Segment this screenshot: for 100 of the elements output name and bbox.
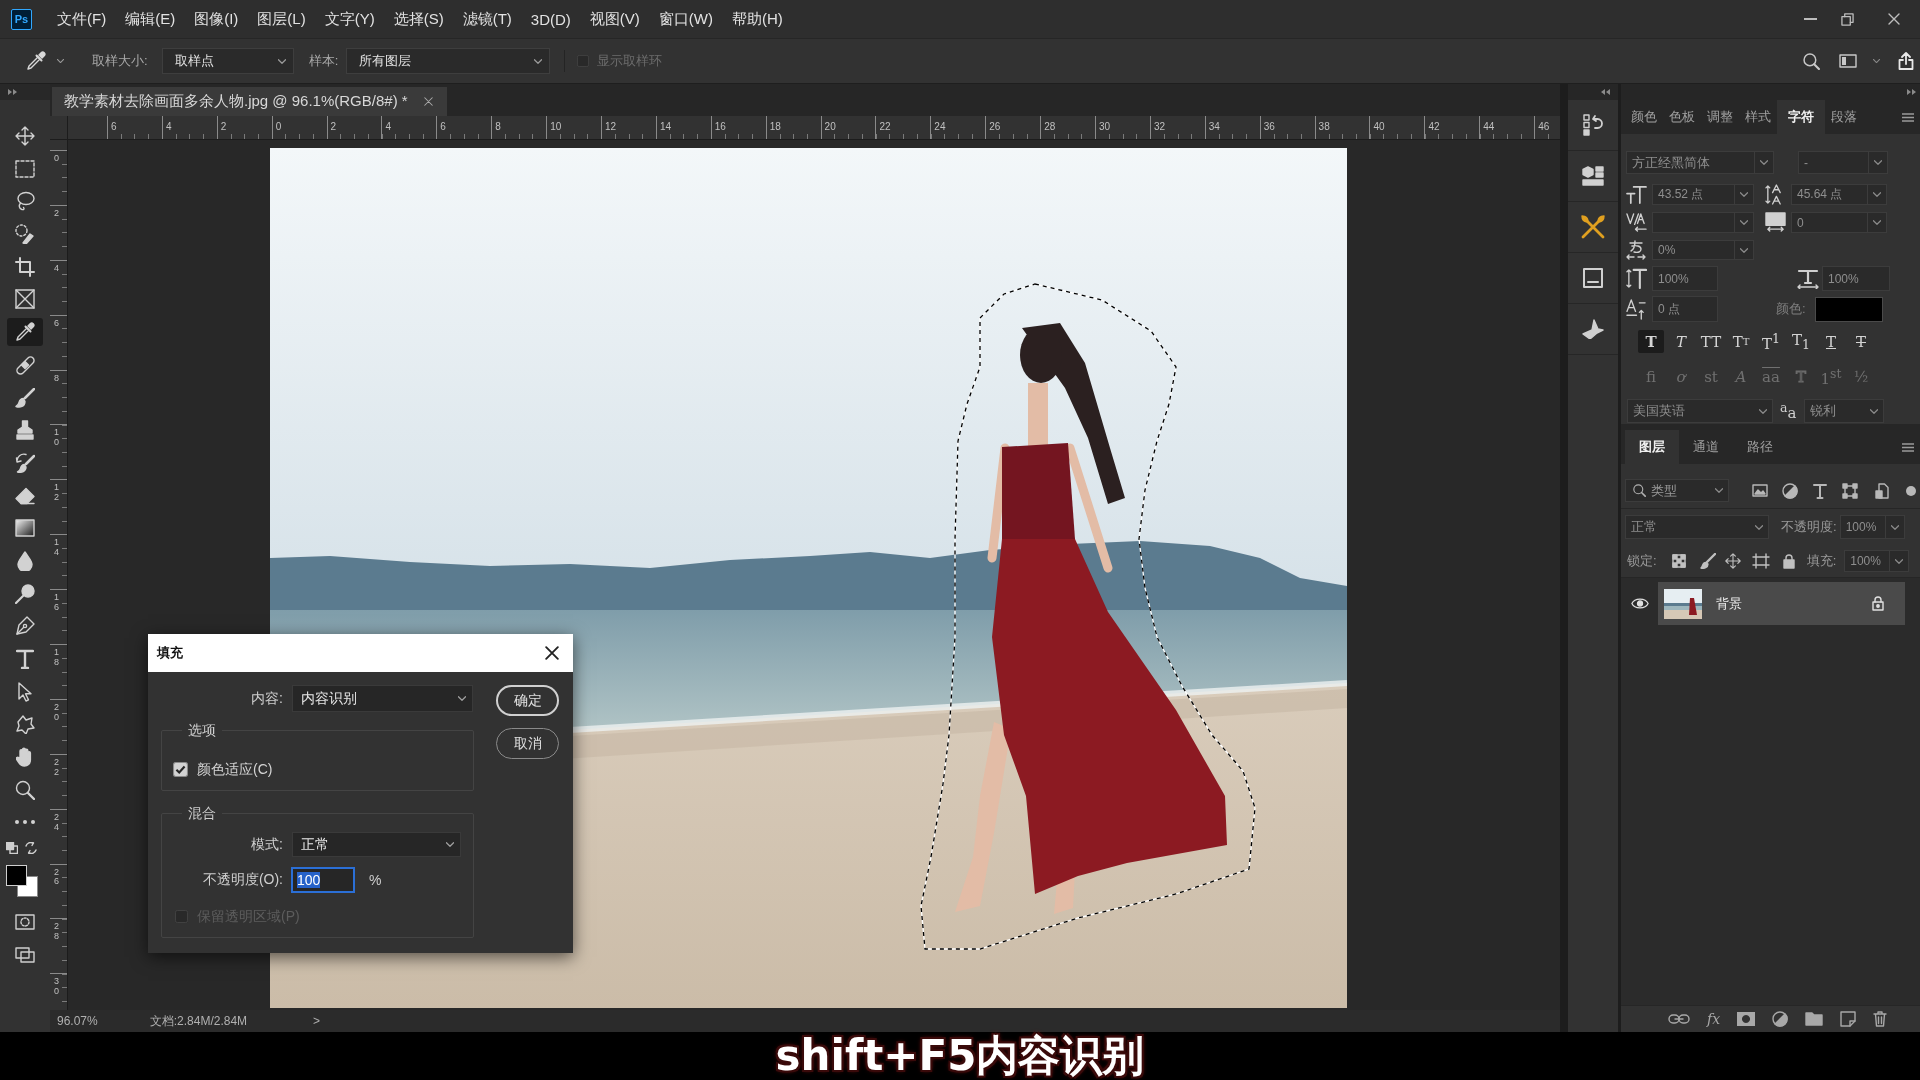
text-style-button[interactable]: T — [1668, 330, 1694, 353]
chevron-down-icon[interactable] — [1873, 59, 1880, 63]
text-style-button[interactable]: T — [1818, 330, 1844, 353]
half-circle-icon[interactable] — [1782, 482, 1798, 499]
text-style-button[interactable]: T — [1638, 330, 1664, 353]
panel-tab[interactable]: 色板 — [1663, 100, 1701, 134]
layer-mask-icon[interactable] — [1737, 1012, 1756, 1026]
font-size-field[interactable]: 43.52 点 — [1652, 184, 1754, 205]
menu-item[interactable]: 编辑(E) — [125, 9, 176, 29]
default-colors-icon[interactable] — [6, 842, 18, 855]
chevron-down-icon[interactable] — [57, 59, 64, 63]
text-style-button[interactable]: T$^{1}$ — [1758, 330, 1784, 353]
lock-icon[interactable] — [1782, 553, 1795, 569]
cube-blocks-icon[interactable] — [1582, 166, 1604, 186]
link-icon[interactable] — [1668, 1014, 1690, 1024]
eyedropper-icon[interactable] — [26, 51, 46, 71]
sample-dropdown[interactable]: 所有图层 — [346, 48, 551, 74]
opacity-input[interactable]: 100 — [291, 867, 355, 893]
crossed-brushes-icon[interactable] — [1581, 215, 1605, 239]
layer-opacity-field[interactable]: 100% — [1839, 515, 1905, 539]
mode-dropdown[interactable]: 正常 — [292, 832, 461, 857]
lock-icon[interactable] — [1872, 596, 1884, 611]
workspace-icon[interactable] — [1839, 54, 1857, 68]
filter-toggle-icon[interactable] — [1906, 485, 1916, 496]
dialog-button[interactable]: 确定 — [496, 685, 559, 716]
menu-item[interactable]: 选择(S) — [393, 9, 444, 29]
half-circle-icon[interactable] — [1772, 1011, 1789, 1027]
panel-tab[interactable]: 通道 — [1679, 430, 1733, 464]
document-icon[interactable] — [1875, 482, 1889, 499]
horizontal-scale-field[interactable]: 100% — [1822, 266, 1890, 291]
kerning-field[interactable] — [1652, 212, 1754, 233]
layer-filter-dropdown[interactable]: 类型 — [1625, 479, 1729, 502]
panel-tab[interactable]: 样式 — [1739, 100, 1777, 134]
panel-menu-icon[interactable] — [1902, 442, 1914, 452]
screen-mode-icon[interactable] — [15, 947, 35, 964]
type-icon[interactable] — [1813, 482, 1827, 499]
brush-icon[interactable] — [1699, 553, 1716, 569]
tsume-field[interactable]: 0% — [1652, 240, 1754, 260]
panel-menu-icon[interactable] — [1902, 112, 1914, 122]
expand-arrows-icon[interactable] — [8, 89, 18, 95]
menu-item[interactable]: 视图(V) — [589, 9, 640, 29]
language-dropdown[interactable]: 美国英语 — [1627, 399, 1773, 423]
menu-item[interactable]: 滤镜(T) — [462, 9, 512, 29]
menu-item[interactable]: 帮助(H) — [732, 9, 783, 29]
search-icon[interactable] — [1803, 52, 1820, 70]
image-icon[interactable] — [1752, 484, 1768, 497]
fx-button[interactable]: fx — [1707, 1011, 1721, 1027]
blend-mode-dropdown[interactable]: 正常 — [1625, 515, 1769, 539]
text-color-swatch[interactable] — [1814, 296, 1883, 322]
new-layer-icon[interactable] — [1840, 1011, 1857, 1027]
color-swatches-icon[interactable] — [6, 865, 38, 898]
menu-item[interactable]: 文件(F) — [57, 9, 107, 29]
collapse-arrows-icon[interactable] — [1600, 89, 1610, 95]
eye-icon[interactable] — [1630, 598, 1649, 609]
close-icon[interactable] — [545, 646, 559, 660]
panel-tab[interactable]: 路径 — [1733, 430, 1787, 464]
panel-tab[interactable]: 颜色 — [1625, 100, 1663, 134]
color-adaptation-checkbox[interactable] — [173, 762, 188, 777]
text-style-button[interactable]: TT — [1698, 330, 1724, 353]
hash-frame-icon[interactable] — [1751, 553, 1770, 569]
share-icon[interactable] — [1898, 52, 1914, 70]
vertical-scale-field[interactable]: 100% — [1652, 266, 1718, 291]
anti-alias-dropdown[interactable]: 锐利 — [1804, 399, 1885, 423]
framed-box-icon[interactable] — [1583, 268, 1603, 288]
baseline-shift-field[interactable]: 0 点 — [1652, 296, 1718, 322]
swap-colors-icon[interactable] — [25, 842, 37, 855]
text-style-button[interactable]: T$_{1}$ — [1788, 330, 1814, 353]
menu-item[interactable]: 窗口(W) — [658, 9, 713, 29]
folder-icon[interactable] — [1805, 1012, 1824, 1026]
close-icon[interactable] — [1888, 13, 1900, 25]
panel-tab[interactable]: 图层 — [1625, 430, 1679, 464]
font-style-dropdown[interactable]: - — [1798, 151, 1888, 174]
checkerboard-icon[interactable] — [1671, 554, 1686, 568]
tool-button[interactable] — [7, 318, 43, 347]
menu-item[interactable]: 3D(D) — [530, 9, 571, 29]
menu-item[interactable]: 图像(I) — [194, 9, 239, 29]
restore-icon[interactable] — [1841, 12, 1854, 26]
layer-row[interactable]: 背景 — [1658, 582, 1905, 625]
layer-fill-field[interactable]: 100% — [1844, 550, 1910, 572]
expand-arrows-icon[interactable] — [1907, 89, 1917, 95]
font-family-dropdown[interactable]: 方正经黑简体 — [1626, 151, 1774, 174]
panel-tab[interactable]: 段落 — [1825, 100, 1863, 134]
app-logo[interactable]: Ps — [11, 8, 32, 30]
zoom-level[interactable]: 96.07% — [57, 1014, 98, 1028]
move-arrows-icon[interactable] — [1724, 553, 1741, 569]
trash-icon[interactable] — [1873, 1011, 1888, 1027]
leading-field[interactable]: 45.64 点 — [1791, 184, 1887, 205]
history-icon[interactable] — [1583, 114, 1603, 136]
paper-bird-icon[interactable] — [1582, 319, 1604, 339]
selection-outline[interactable] — [919, 283, 1256, 950]
document-tab[interactable]: 教学素材去除画面多余人物.jpg @ 96.1%(RGB/8#) * — [52, 87, 447, 116]
panel-tab[interactable]: 调整 — [1701, 100, 1739, 134]
transform-box-icon[interactable] — [1842, 482, 1858, 499]
tracking-field[interactable]: 0 — [1791, 212, 1887, 233]
sample-size-dropdown[interactable]: 取样点 — [161, 48, 294, 74]
contents-dropdown[interactable]: 内容识别 — [292, 685, 473, 712]
quick-mask-icon[interactable] — [15, 914, 35, 931]
status-menu-arrow[interactable]: > — [313, 1014, 321, 1028]
menu-item[interactable]: 文字(Y) — [324, 9, 375, 29]
text-style-button[interactable]: T — [1848, 330, 1874, 353]
